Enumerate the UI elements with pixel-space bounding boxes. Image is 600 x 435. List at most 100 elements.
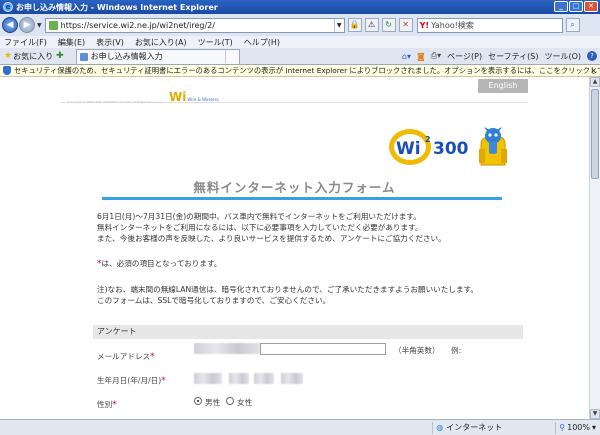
page-viewport: Copyright © WIRE AND WIRELESS CO.,LTD. A… [0, 77, 589, 419]
intro-line: 無料インターネットをご利用になるには、以下に必要事項を入力していただく必要があり… [97, 223, 423, 232]
home-icon[interactable]: ⌂▾ [402, 52, 411, 61]
logo-wi-text: Wi [396, 139, 421, 159]
required-note-text: は、必須の項目となっております。 [101, 259, 222, 268]
url-field[interactable]: https://service.wi2.ne.jp/wi2net/ireg/2/… [44, 17, 345, 33]
required-note: *は、必須の項目となっております。 [97, 258, 221, 269]
email-domain-field[interactable] [260, 343, 386, 355]
gender-male-label[interactable]: 男性 [205, 397, 220, 408]
small-logo-sub: Wire & Wireless [187, 97, 219, 102]
refresh-button[interactable]: ↻ [381, 18, 396, 32]
safety-menu[interactable]: セーフティ(S) [488, 51, 538, 62]
menu-file[interactable]: ファイル(F) [4, 37, 47, 48]
zoom-icon[interactable]: ⚲ [559, 423, 565, 432]
gender-female-label[interactable]: 女性 [237, 397, 252, 408]
menu-tools[interactable]: ツール(T) [198, 37, 233, 48]
tools-menu[interactable]: ツール(O) [544, 51, 581, 62]
email-format-hint: （半角英数） [394, 346, 440, 355]
gender-label: 性別* [97, 399, 117, 410]
favorites-label: お気に入り [13, 51, 54, 61]
new-tab-button[interactable] [224, 50, 239, 63]
status-bar: ◍ インターネット ⚲ 100% ▾ [0, 419, 600, 435]
note-line: このフォームは、SSLで暗号化しておりますので、ご安心ください。 [97, 296, 331, 305]
intro-line: 6月1日(月)〜7月31日(金)の期間中、バス車内で無料でインターネットをご利用… [97, 212, 421, 221]
intro-text: 6月1日(月)〜7月31日(金)の期間中、バス車内で無料でインターネットをご利用… [97, 211, 446, 244]
gender-male-radio[interactable] [194, 397, 202, 405]
intro-line: また、今後お客様の声を反映した、より良いサービスを提供するため、アンケートにご協… [97, 234, 446, 243]
favorites-star-icon: ★ [4, 51, 13, 61]
window-title-bar: e お申し込み情報入力 - Windows Internet Explorer … [0, 0, 600, 14]
search-input[interactable]: Y! Yahoo!検索 [416, 17, 563, 33]
scroll-down-icon[interactable]: ▼ [590, 409, 600, 419]
print-icon[interactable]: ⎙▾ [431, 51, 441, 61]
mascot-icon [479, 127, 507, 166]
search-button[interactable]: ⌕ [565, 18, 580, 32]
window-title: お申し込み情報入力 - Windows Internet Explorer [16, 2, 218, 12]
certificate-error-icon[interactable]: ⚠ [364, 18, 379, 32]
required-asterisk: * [150, 352, 155, 362]
page-menu[interactable]: ページ(P) [447, 51, 482, 62]
wi2-small-logo[interactable]: WiWire & Wireless [169, 90, 219, 104]
email-label-text: メールアドレス [97, 352, 151, 361]
ie-logo-icon: e [3, 2, 13, 12]
logo-superscript: 2 [425, 135, 431, 144]
search-placeholder: Yahoo!検索 [431, 20, 474, 30]
tab-label: お申し込み情報入力 [90, 52, 163, 61]
history-dropdown-icon[interactable]: ▼ [37, 22, 42, 29]
help-icon[interactable]: ? [587, 51, 597, 61]
close-window-button[interactable]: ✕ [584, 1, 598, 12]
page-content: Copyright © WIRE AND WIRELESS CO.,LTD. A… [61, 77, 528, 419]
information-bar-text[interactable]: セキュリティ保護のため、セキュリティ証明書にエラーのあるコンテンツの表示が In… [14, 66, 600, 76]
zoom-level[interactable]: 100% [567, 423, 590, 432]
scroll-thumb[interactable] [591, 89, 599, 179]
vertical-scrollbar[interactable]: ▲ ▼ [589, 77, 600, 419]
tab-page-icon [79, 52, 88, 61]
security-zone: インターネット [446, 423, 503, 432]
scroll-up-icon[interactable]: ▲ [590, 77, 600, 87]
stop-button[interactable]: ✕ [398, 18, 413, 32]
menu-edit[interactable]: 編集(E) [58, 37, 85, 48]
zoom-dropdown-icon[interactable]: ▾ [592, 423, 596, 432]
info-bar-close-icon[interactable]: × [590, 66, 597, 75]
email-local-field[interactable] [194, 343, 260, 354]
feeds-icon[interactable]: ◙ [417, 52, 425, 61]
url-text[interactable]: https://service.wi2.ne.jp/wi2net/ireg/2/ [61, 21, 334, 30]
tab-bar: ★ お気に入り ✚ お申し込み情報入力 ⌂▾ ◙ ⎙▾ ページ(P) セーフティ… [0, 48, 600, 65]
command-bar: ⌂▾ ◙ ⎙▾ ページ(P) セーフティ(S) ツール(O) ? [396, 51, 600, 62]
menu-favorites[interactable]: お気に入り(A) [135, 37, 187, 48]
page-icon [48, 20, 58, 30]
back-button[interactable]: ◀ [2, 17, 18, 33]
required-asterisk: * [161, 376, 166, 386]
globe-icon: ◍ [436, 423, 444, 432]
lock-icon[interactable]: 🔒 [347, 18, 362, 32]
copyright-text: Copyright © WIRE AND WIRELESS CO.,LTD. A… [67, 100, 163, 104]
menu-view[interactable]: 表示(V) [96, 37, 124, 48]
window-controls: _ □ ✕ [554, 1, 598, 12]
menu-help[interactable]: ヘルプ(H) [244, 37, 280, 48]
url-dropdown-icon[interactable]: ▼ [333, 18, 344, 32]
birth-day-select[interactable] [281, 373, 303, 384]
status-separator [432, 421, 434, 434]
information-bar[interactable]: セキュリティ保護のため、セキュリティ証明書にエラーのあるコンテンツの表示が In… [0, 65, 600, 77]
favorites-button[interactable]: ★ お気に入り ✚ [4, 51, 64, 62]
english-button[interactable]: English [478, 79, 528, 93]
birth-month-select[interactable] [229, 373, 249, 384]
birth-month-select-2[interactable] [254, 373, 274, 384]
wi2-300-logo: Wi 2 300 [386, 127, 516, 169]
address-toolbar: ◀ ▶ ▼ https://service.wi2.ne.jp/wi2net/i… [0, 14, 600, 36]
email-example-label: 例: [451, 346, 462, 355]
email-label: メールアドレス* [97, 351, 155, 362]
title-underline [102, 197, 502, 200]
birthday-label-text: 生年月日(年/月/日) [97, 376, 162, 385]
gender-label-text: 性別 [97, 400, 113, 409]
forward-button[interactable]: ▶ [19, 17, 35, 33]
birth-year-select[interactable] [194, 373, 222, 384]
birthday-label: 生年月日(年/月/日)* [97, 375, 166, 386]
gender-female-radio[interactable] [226, 397, 234, 405]
add-favorite-icon[interactable]: ✚ [56, 51, 64, 61]
tab-current[interactable]: お申し込み情報入力 [75, 48, 240, 64]
note-line: 注)なお、端末間の無線LAN通信は、暗号化されておりませんので、ご了承いただきま… [97, 285, 478, 294]
yahoo-icon: Y! [419, 20, 430, 30]
small-logo-text: Wi [169, 90, 187, 104]
minimize-button[interactable]: _ [554, 1, 568, 12]
maximize-button[interactable]: □ [569, 1, 583, 12]
